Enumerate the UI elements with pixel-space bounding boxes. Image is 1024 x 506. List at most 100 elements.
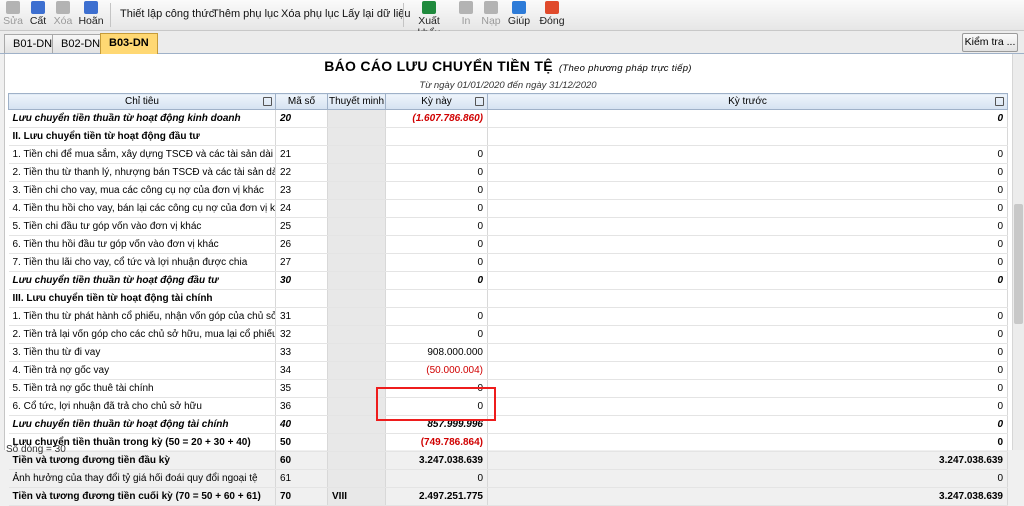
cell-previous[interactable]: 0 <box>487 361 1008 380</box>
edit-button[interactable]: Sửa <box>0 0 26 30</box>
cell-code[interactable]: 40 <box>275 415 328 434</box>
cell-previous[interactable]: 0 <box>487 271 1008 290</box>
cell-current[interactable]: 0 <box>385 307 488 326</box>
cell-note[interactable] <box>327 163 386 182</box>
table-row[interactable]: III. Lưu chuyển tiền từ hoạt động tài ch… <box>8 289 1008 308</box>
cell-label[interactable]: Tiền và tương đương tiền cuối kỳ (70 = 5… <box>8 487 276 506</box>
cell-code[interactable]: 70 <box>275 487 328 506</box>
table-row[interactable]: 1. Tiền thu từ phát hành cổ phiếu, nhận … <box>8 307 1008 326</box>
table-row[interactable]: 5. Tiền trả nợ gốc thuê tài chính 35 0 0 <box>8 379 1008 398</box>
cell-label[interactable]: 6. Tiền thu hồi đầu tư góp vốn vào đơn v… <box>8 235 276 254</box>
cell-previous[interactable]: 0 <box>487 397 1008 416</box>
table-row[interactable]: Lưu chuyển tiền thuần từ hoạt động kinh … <box>8 109 1008 128</box>
cell-note[interactable] <box>327 433 386 452</box>
cell-label[interactable]: Lưu chuyển tiền thuần từ hoạt động đầu t… <box>8 271 276 290</box>
cell-code[interactable]: 36 <box>275 397 328 416</box>
cell-label[interactable]: 7. Tiền thu lãi cho vay, cổ tức và lợi n… <box>8 253 276 272</box>
cell-code[interactable]: 25 <box>275 217 328 236</box>
cell-code[interactable]: 21 <box>275 145 328 164</box>
table-row[interactable]: 1. Tiền chi để mua sắm, xây dựng TSCĐ và… <box>8 145 1008 164</box>
col-ky-nay-header[interactable]: Kỳ này <box>385 93 488 110</box>
cell-previous[interactable]: 0 <box>487 379 1008 398</box>
print-button[interactable]: In <box>455 0 477 30</box>
cell-code[interactable]: 31 <box>275 307 328 326</box>
excel-export-button[interactable]: Xuất khẩu <box>406 0 452 39</box>
scrollbar-thumb[interactable] <box>1014 204 1023 324</box>
table-row[interactable]: 4. Tiền trả nợ gốc vay 34 (50.000.004) 0 <box>8 361 1008 380</box>
pin-icon[interactable] <box>475 97 484 106</box>
cell-label[interactable]: 2. Tiền trả lại vốn góp cho các chủ sở h… <box>8 325 276 344</box>
cell-current[interactable]: 3.247.038.639 <box>385 451 488 470</box>
cell-note[interactable] <box>327 271 386 290</box>
table-row[interactable]: 2. Tiền trả lại vốn góp cho các chủ sở h… <box>8 325 1008 344</box>
cell-current[interactable]: 0 <box>385 271 488 290</box>
close-button[interactable]: Đóng <box>536 0 568 30</box>
vertical-scrollbar[interactable] <box>1012 54 1024 450</box>
cell-previous[interactable]: 0 <box>487 343 1008 362</box>
save-button[interactable]: Cất <box>25 0 51 30</box>
cell-previous[interactable]: 0 <box>487 325 1008 344</box>
cell-note[interactable] <box>327 235 386 254</box>
table-row[interactable]: 6. Tiền thu hồi đầu tư góp vốn vào đơn v… <box>8 235 1008 254</box>
cell-note[interactable] <box>327 325 386 344</box>
cell-note[interactable] <box>327 451 386 470</box>
table-row[interactable]: Tiền và tương đương tiền cuối kỳ (70 = 5… <box>8 487 1008 506</box>
cell-code[interactable]: 23 <box>275 181 328 200</box>
cell-code[interactable]: 33 <box>275 343 328 362</box>
cell-current[interactable] <box>385 127 488 146</box>
cell-label[interactable]: 5. Tiền chi đầu tư góp vốn vào đơn vị kh… <box>8 217 276 236</box>
delete-button[interactable]: Xóa <box>50 0 76 30</box>
table-row[interactable]: Lưu chuyển tiền thuần từ hoạt động tài c… <box>8 415 1008 434</box>
cell-label[interactable]: 2. Tiền thu từ thanh lý, nhượng bán TSCĐ… <box>8 163 276 182</box>
cell-label[interactable]: 3. Tiền chi cho vay, mua các công cụ nợ … <box>8 181 276 200</box>
table-row[interactable]: 3. Tiền thu từ đi vay 33 908.000.000 0 <box>8 343 1008 362</box>
cell-note[interactable] <box>327 343 386 362</box>
table-row[interactable]: 7. Tiền thu lãi cho vay, cổ tức và lợi n… <box>8 253 1008 272</box>
cell-code[interactable]: 32 <box>275 325 328 344</box>
cell-code[interactable]: 22 <box>275 163 328 182</box>
cell-current[interactable]: 2.497.251.775 <box>385 487 488 506</box>
table-row[interactable]: 5. Tiền chi đầu tư góp vốn vào đơn vị kh… <box>8 217 1008 236</box>
cell-previous[interactable]: 0 <box>487 199 1008 218</box>
cell-current[interactable]: 0 <box>385 163 488 182</box>
cell-current[interactable]: 0 <box>385 325 488 344</box>
table-row[interactable]: Lưu chuyển tiền thuần trong kỳ (50 = 20 … <box>8 433 1008 452</box>
cell-previous[interactable]: 0 <box>487 253 1008 272</box>
cell-code[interactable] <box>275 289 328 308</box>
cell-code[interactable]: 35 <box>275 379 328 398</box>
cell-label[interactable]: III. Lưu chuyển tiền từ hoạt động tài ch… <box>8 289 276 308</box>
table-row[interactable]: II. Lưu chuyển tiền từ hoạt động đầu tư <box>8 127 1008 146</box>
cell-label[interactable]: 4. Tiền thu hồi cho vay, bán lại các côn… <box>8 199 276 218</box>
cell-previous[interactable]: 0 <box>487 235 1008 254</box>
cell-note[interactable] <box>327 145 386 164</box>
toolbar-text-button-1[interactable]: Thêm phụ lục <box>212 8 279 20</box>
cell-current[interactable]: (1.607.786.860) <box>385 109 488 128</box>
col-thuyet-minh-header[interactable]: Thuyết minh <box>327 93 386 110</box>
tab-b03-dn[interactable]: B03-DN <box>100 33 158 54</box>
cell-label[interactable]: II. Lưu chuyển tiền từ hoạt động đầu tư <box>8 127 276 146</box>
cell-previous[interactable]: 0 <box>487 145 1008 164</box>
table-row[interactable]: Lưu chuyển tiền thuần từ hoạt động đầu t… <box>8 271 1008 290</box>
cell-code[interactable]: 30 <box>275 271 328 290</box>
cell-note[interactable] <box>327 199 386 218</box>
cell-label[interactable]: 6. Cổ tức, lợi nhuận đã trả cho chủ sở h… <box>8 397 276 416</box>
cell-code[interactable] <box>275 127 328 146</box>
cell-code[interactable]: 27 <box>275 253 328 272</box>
col-chi-tieu-header[interactable]: Chỉ tiêu <box>8 93 276 110</box>
toolbar-text-button-3[interactable]: Lấy lại dữ liệu <box>342 8 411 20</box>
refresh-button[interactable]: Nạp <box>478 0 504 30</box>
cell-previous[interactable] <box>487 289 1008 308</box>
cell-note[interactable] <box>327 469 386 488</box>
cell-note[interactable] <box>327 181 386 200</box>
table-row[interactable]: Ảnh hưởng của thay đổi tỷ giá hối đoái q… <box>8 469 1008 488</box>
cell-previous[interactable]: 0 <box>487 217 1008 236</box>
cell-current[interactable]: 908.000.000 <box>385 343 488 362</box>
cell-previous[interactable]: 0 <box>487 415 1008 434</box>
cell-code[interactable]: 20 <box>275 109 328 128</box>
cell-note[interactable] <box>327 289 386 308</box>
help-button[interactable]: Giúp <box>505 0 533 30</box>
table-row[interactable]: 6. Cổ tức, lợi nhuận đã trả cho chủ sở h… <box>8 397 1008 416</box>
cell-previous[interactable]: 0 <box>487 163 1008 182</box>
cell-previous[interactable]: 0 <box>487 307 1008 326</box>
cell-previous[interactable]: 0 <box>487 469 1008 488</box>
